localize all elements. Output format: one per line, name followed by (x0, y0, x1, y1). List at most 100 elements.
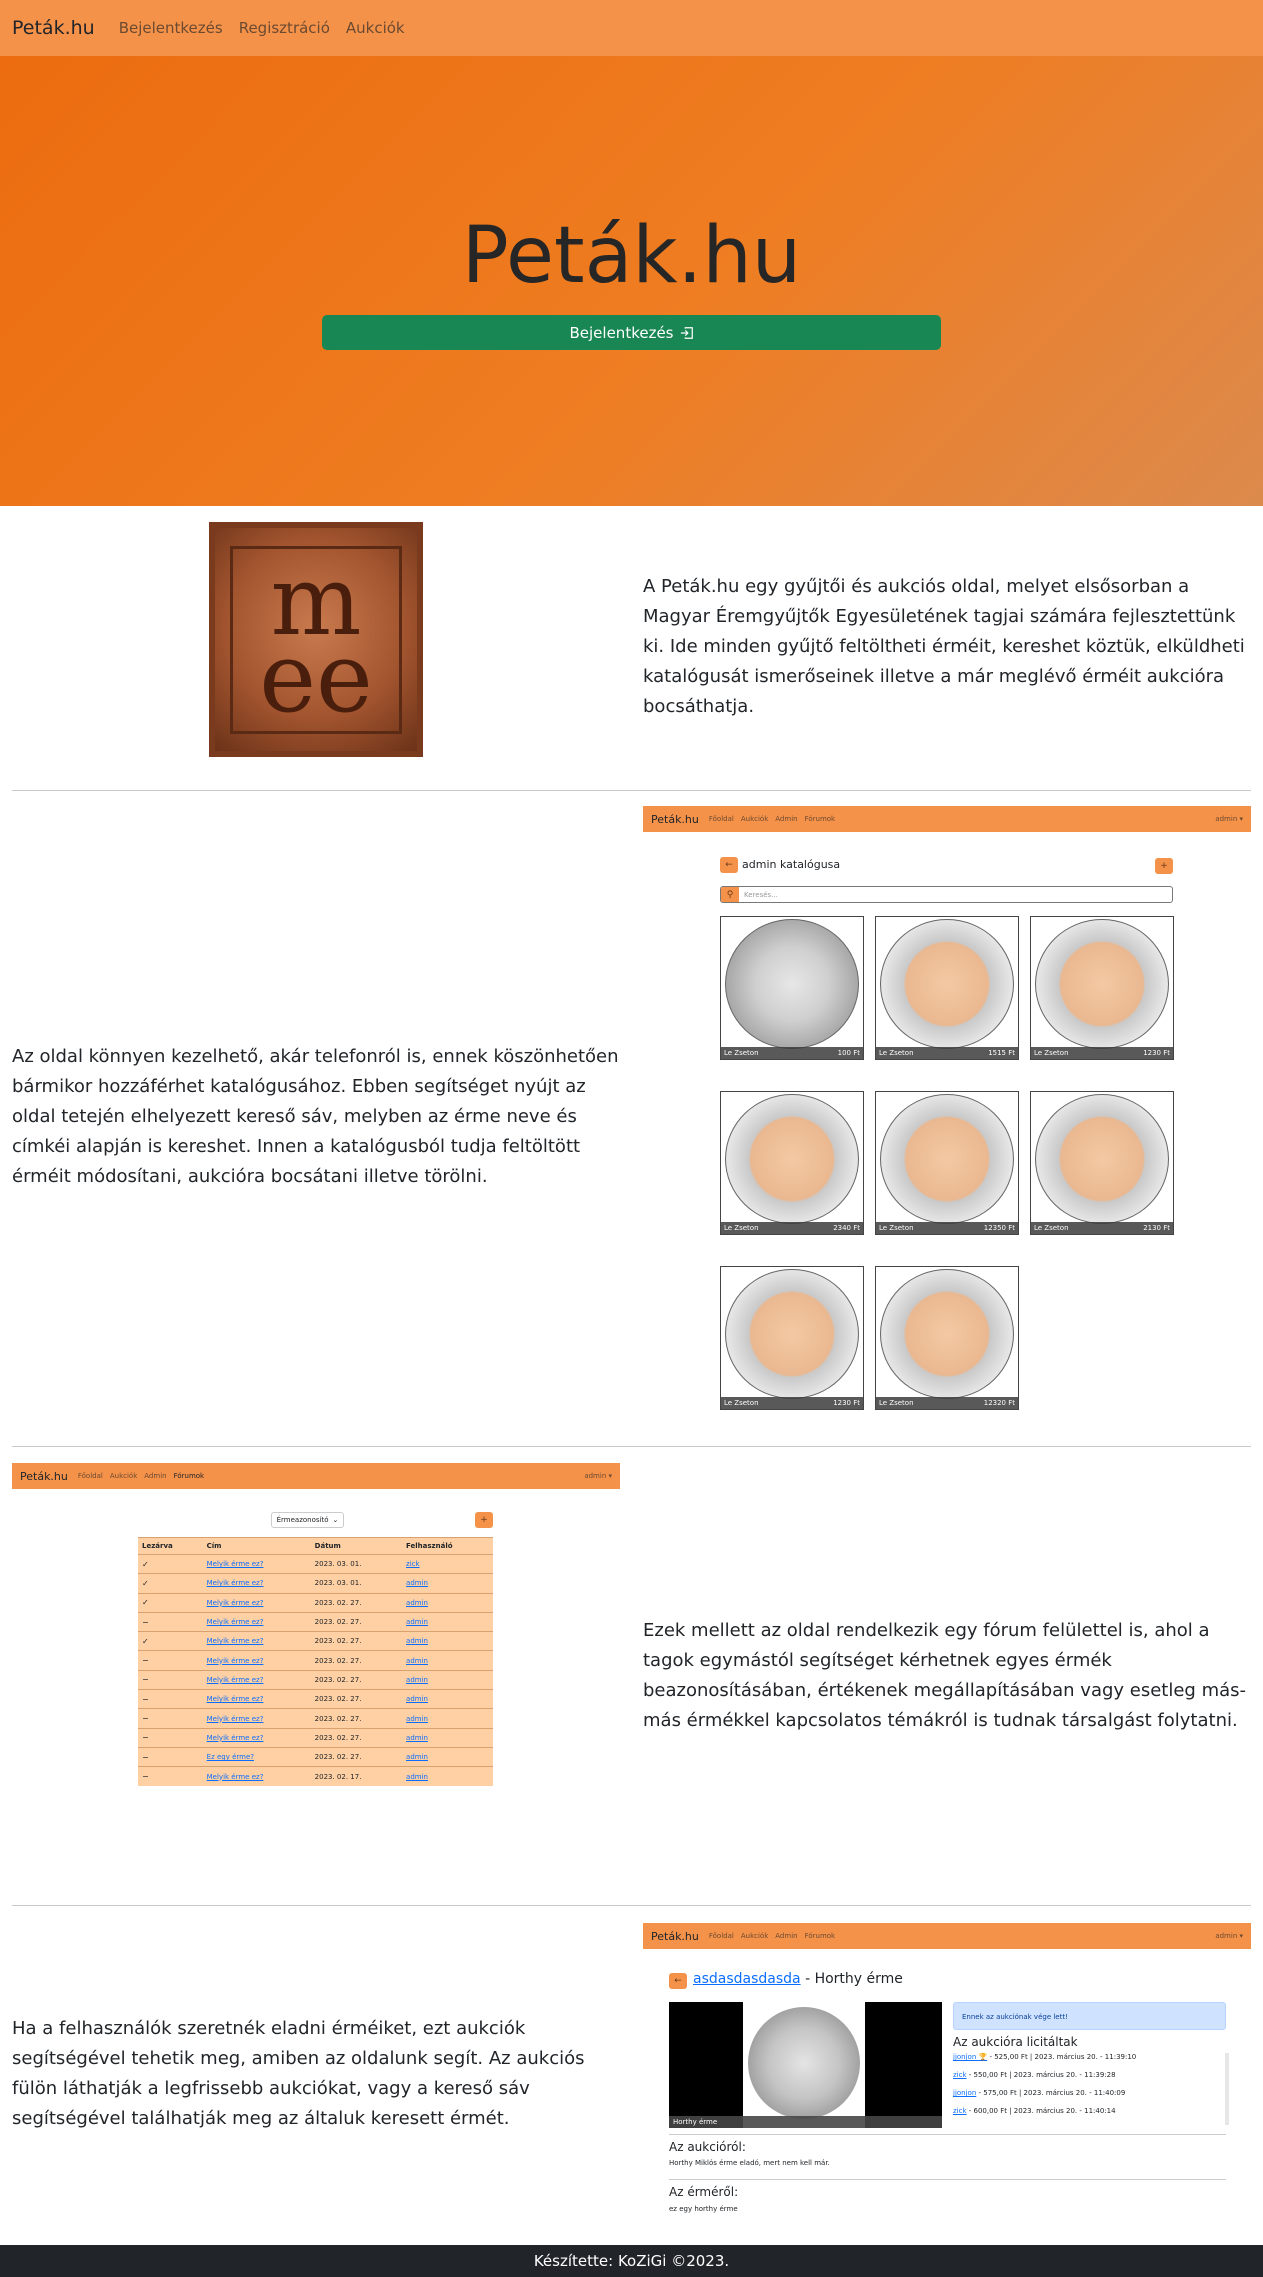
table-row[interactable]: − Ez egy érme? 2023. 02. 27. admin (138, 1746, 493, 1767)
topic-user-link[interactable]: admin (406, 1695, 428, 1703)
mini-nav-user: admin ▾ (1215, 815, 1243, 823)
closed-status-icon: ✓ (138, 1553, 203, 1574)
nav-register-link[interactable]: Regisztráció (239, 19, 330, 37)
table-row[interactable]: − Melyik érme ez? 2023. 02. 27. admin (138, 1689, 493, 1709)
table-row[interactable]: − Melyik érme ez? 2023. 02. 17. admin (138, 1766, 493, 1787)
brand-link[interactable]: Peták.hu (12, 17, 95, 39)
coin-image (725, 1269, 859, 1399)
about-auction-text: Horthy Miklós érme eladó, mert nem kell … (669, 2159, 830, 2167)
coin-card[interactable]: Le Zseton 1230 Ft (720, 1266, 864, 1410)
topic-title-link[interactable]: Melyik érme ez? (207, 1560, 264, 1568)
auction-screenshot: Peták.hu Főoldal Aukciók Admin Fórumok a… (643, 1923, 1251, 2228)
col-title: Cím (202, 1537, 311, 1555)
coin-name: Le Zseton (879, 1224, 914, 1232)
about-coin-title: Az érméről: (669, 2185, 739, 2199)
coin-card[interactable]: Le Zseton 12350 Ft (875, 1091, 1019, 1235)
topic-user-link[interactable]: zick (406, 1560, 420, 1568)
closed-status-icon: − (138, 1611, 203, 1632)
coin-card[interactable]: Le Zseton 1515 Ft (875, 916, 1019, 1060)
topic-user-link[interactable]: admin (406, 1599, 428, 1607)
coin-price: 2130 Ft (1143, 1224, 1170, 1232)
coin-name: Le Zseton (879, 1049, 914, 1057)
catalog-search-bar: ⚲ Keresés... (720, 886, 1173, 903)
topic-title-link[interactable]: Melyik érme ez? (207, 1734, 264, 1742)
bid-user-link[interactable]: zick (953, 2107, 967, 2115)
coin-name: Le Zseton (1034, 1224, 1069, 1232)
table-row[interactable]: − Melyik érme ez? 2023. 02. 27. admin (138, 1650, 493, 1671)
coin-image (880, 919, 1014, 1049)
coin-price: 1230 Ft (833, 1399, 860, 1407)
topic-user-link[interactable]: admin (406, 1579, 428, 1587)
bid-user-link[interactable]: jjonjon 🏆 (953, 2053, 987, 2061)
topic-title-link[interactable]: Melyik érme ez? (207, 1695, 264, 1703)
nav-auctions-link[interactable]: Aukciók (346, 19, 405, 37)
coin-card[interactable]: Le Zseton 2340 Ft (720, 1091, 864, 1235)
mini-navbar: Peták.hu Főoldal Aukciók Admin Fórumok a… (643, 806, 1251, 832)
topic-title-link[interactable]: Melyik érme ez? (207, 1618, 264, 1626)
mini-brand: Peták.hu (651, 1929, 699, 1943)
topic-title-link[interactable]: Melyik érme ez? (207, 1637, 264, 1645)
table-row[interactable]: − Melyik érme ez? 2023. 02. 27. admin (138, 1727, 493, 1748)
catalog-search-placeholder: Keresés... (744, 890, 778, 899)
hero-login-button[interactable]: Bejelentkezés (322, 315, 941, 350)
topic-title-link[interactable]: Melyik érme ez? (207, 1599, 264, 1607)
table-row[interactable]: ✓ Melyik érme ez? 2023. 02. 27. admin (138, 1631, 493, 1651)
coin-price: 1515 Ft (988, 1049, 1015, 1057)
coin-image (880, 1269, 1014, 1399)
topic-user-link[interactable]: admin (406, 1676, 428, 1684)
table-row[interactable]: − Melyik érme ez? 2023. 02. 27. admin (138, 1708, 493, 1729)
topic-user-link[interactable]: admin (406, 1657, 428, 1665)
mini-nav-home: Főoldal (708, 815, 734, 823)
topic-date: 2023. 02. 27. (310, 1592, 403, 1613)
table-row[interactable]: ✓ Melyik érme ez? 2023. 03. 01. admin (138, 1573, 493, 1594)
topic-date: 2023. 02. 27. (310, 1650, 403, 1671)
mini-nav-forums: Fórumok (804, 1932, 836, 1940)
bids-list: jjonjon 🏆 - 525,00 Ft | 2023. március 20… (953, 2053, 1218, 2125)
topic-title-link[interactable]: Ez egy érme? (207, 1753, 254, 1761)
topic-user-link[interactable]: admin (406, 1773, 428, 1781)
topic-user-link[interactable]: admin (406, 1753, 428, 1761)
topic-title-link[interactable]: Melyik érme ez? (207, 1715, 264, 1723)
mini-brand: Peták.hu (651, 812, 699, 826)
auction-ended-alert: Ennek az aukciónak vége lett! (953, 2002, 1226, 2030)
bid-details: - 550,00 Ft | 2023. március 20. - 11:39:… (966, 2071, 1116, 2079)
topic-title-link[interactable]: Melyik érme ez? (207, 1676, 264, 1684)
login-icon (680, 326, 693, 339)
closed-status-icon: ✓ (138, 1631, 203, 1651)
topic-title-link[interactable]: Melyik érme ez? (207, 1773, 264, 1781)
hero-title: Peták.hu (461, 211, 802, 301)
coin-caption: Le Zseton 2130 Ft (1031, 1222, 1173, 1234)
hero-section: Peták.hu Bejelentkezés (0, 56, 1263, 506)
topic-title-link[interactable]: Melyik érme ez? (207, 1579, 264, 1587)
topic-date: 2023. 02. 27. (310, 1708, 403, 1729)
topic-date: 2023. 02. 27. (310, 1746, 403, 1767)
table-row[interactable]: − Melyik érme ez? 2023. 02. 27. admin (138, 1611, 493, 1632)
mini-nav-auctions: Aukciók (740, 815, 769, 823)
closed-status-icon: − (138, 1650, 203, 1671)
nav-login-link[interactable]: Bejelentkezés (119, 19, 223, 37)
closed-status-icon: − (138, 1766, 203, 1787)
coin-card[interactable]: Le Zseton 1230 Ft (1030, 916, 1174, 1060)
about-auction-title: Az aukcióról: (669, 2140, 746, 2154)
topic-user-link[interactable]: admin (406, 1715, 428, 1723)
bid-user-link[interactable]: zick (953, 2071, 967, 2079)
coin-card[interactable]: Le Zseton 12320 Ft (875, 1266, 1019, 1410)
mini-nav-forums: Fórumok (173, 1472, 205, 1480)
table-row[interactable]: ✓ Melyik érme ez? 2023. 03. 01. zick (138, 1553, 493, 1574)
mee-logo-image: m ee (209, 522, 423, 757)
topic-title-link[interactable]: Melyik érme ez? (207, 1657, 264, 1665)
coin-name: Le Zseton (879, 1399, 914, 1407)
coin-card[interactable]: Le Zseton 2130 Ft (1030, 1091, 1174, 1235)
bid-user-link[interactable]: jjonjon (953, 2089, 976, 2097)
topic-user-link[interactable]: admin (406, 1618, 428, 1626)
table-row[interactable]: − Melyik érme ez? 2023. 02. 27. admin (138, 1669, 493, 1690)
topic-user-link[interactable]: admin (406, 1637, 428, 1645)
auction-coin-image: Horthy érme (669, 2002, 942, 2128)
topic-user-link[interactable]: admin (406, 1734, 428, 1742)
coin-name: Le Zseton (1034, 1049, 1069, 1057)
about-coin-text: ez egy horthy érme (669, 2205, 738, 2213)
coin-card[interactable]: Le Zseton 100 Ft (720, 916, 864, 1060)
bid-item: zick - 600,00 Ft | 2023. március 20. - 1… (953, 2107, 1218, 2125)
table-row[interactable]: ✓ Melyik érme ez? 2023. 02. 27. admin (138, 1592, 493, 1613)
coin-image (880, 1094, 1014, 1224)
